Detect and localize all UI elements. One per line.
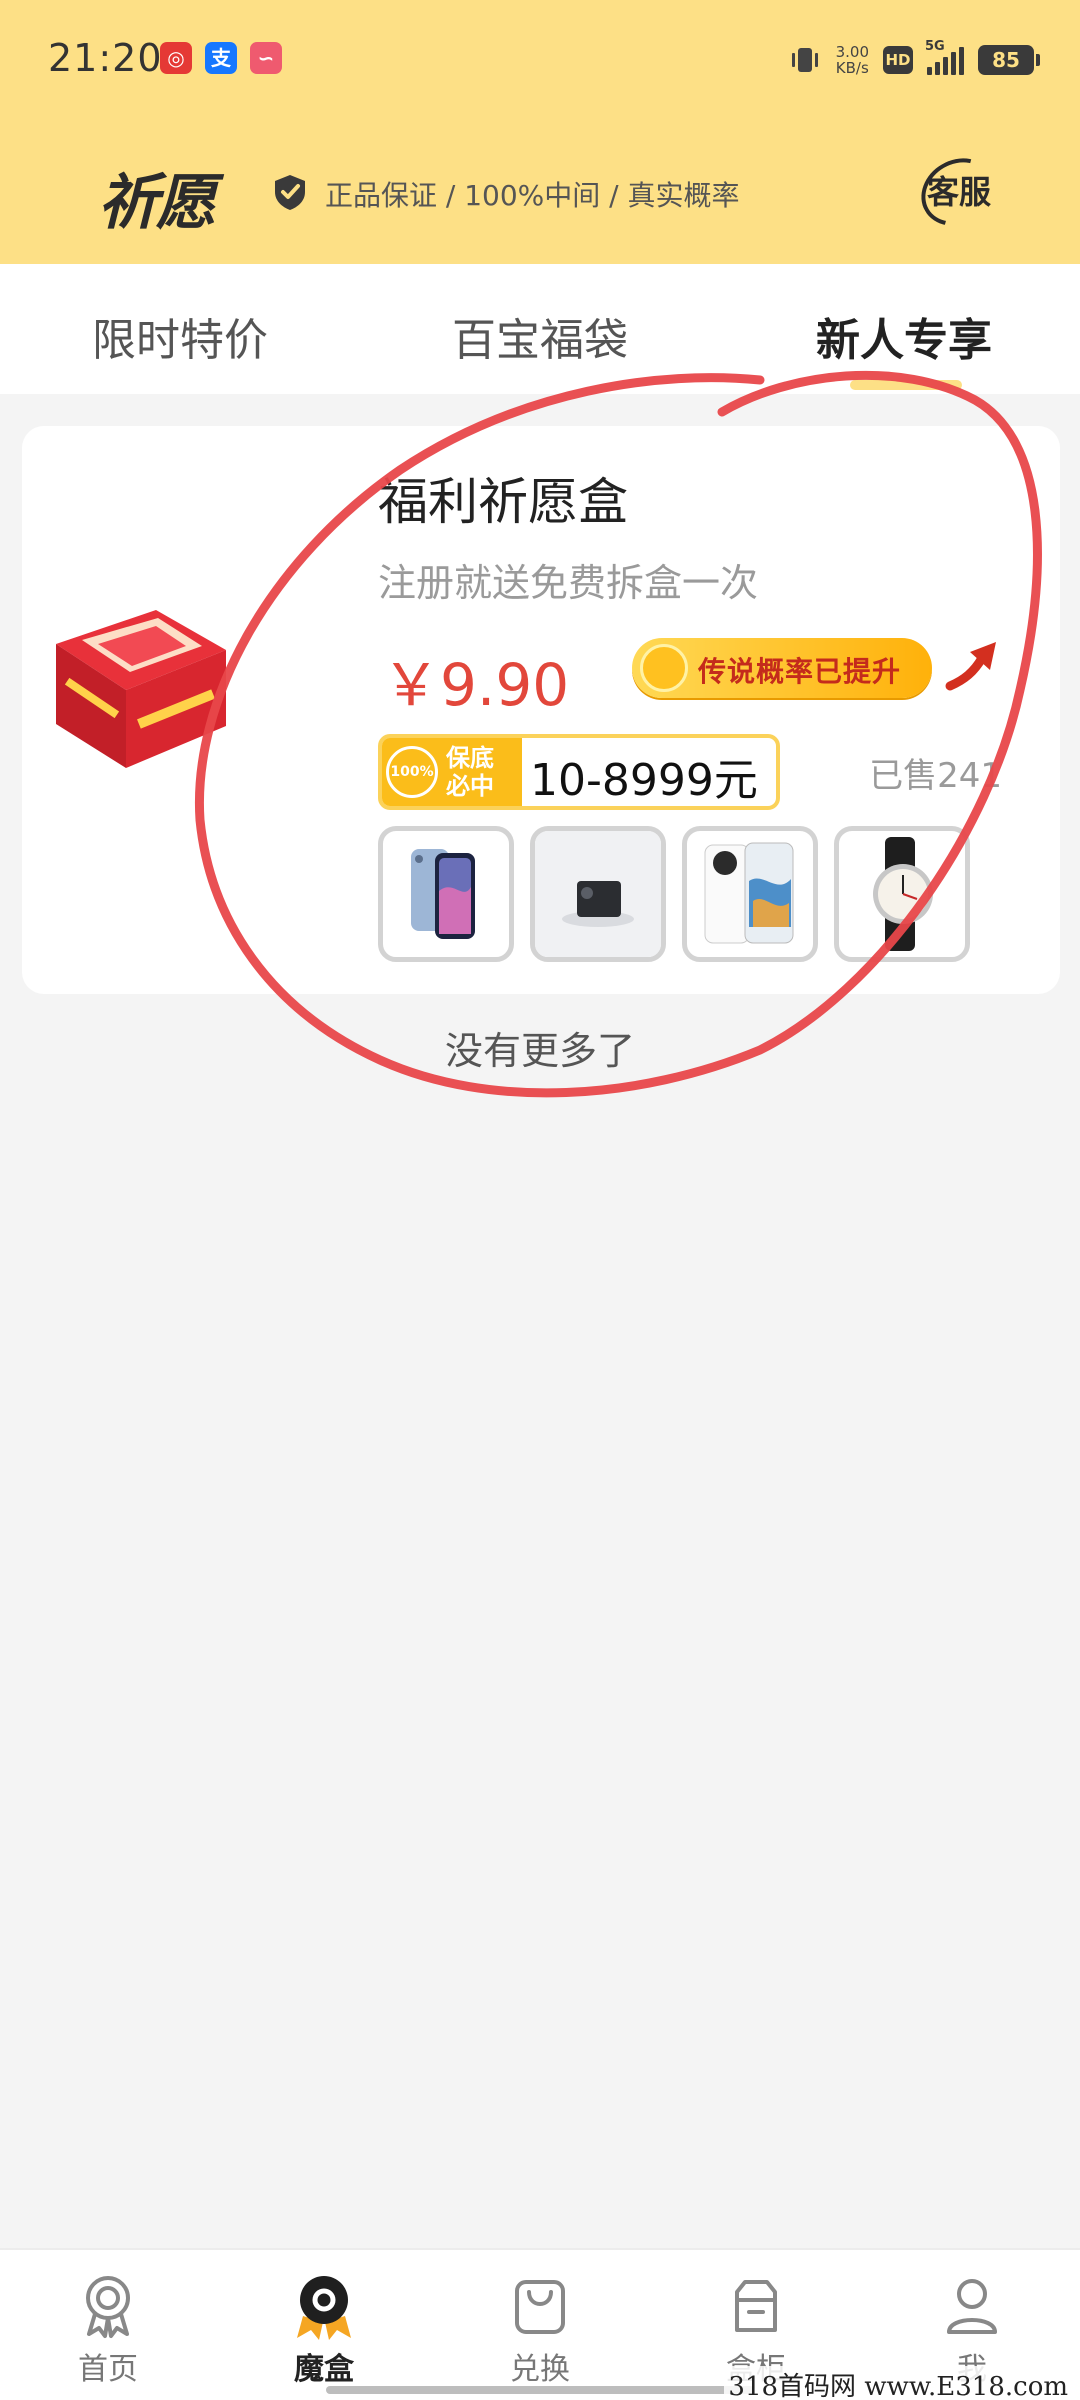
status-bar: 21:20 ◎ 支 ∽ 3.00 KB/s HD 5G 85 [0,0,1080,120]
signal-icon: 5G [925,39,964,75]
tab-lucky-bags[interactable]: 百宝福袋 [360,304,720,368]
promo-badge: 传说概率已提升 [632,638,932,698]
vibrate-icon [791,48,818,72]
shopping-bag-icon [515,2280,565,2334]
status-indicators: 3.00 KB/s HD 5G 85 [788,39,1040,80]
category-tabs: 限时特价 百宝福袋 新人专享 [0,264,1080,394]
netease-music-notification-icon: ◎ [160,42,192,74]
product-card[interactable]: 福利祈愿盒 注册就送免费拆盒一次 ￥9.90 传说概率已提升 100% 保底 必… [22,426,1060,994]
sold-count: 已售241 [869,756,1002,796]
customer-service-button[interactable]: 客服 [924,162,994,222]
alipay-notification-icon: 支 [205,42,237,74]
shield-check-icon [275,175,305,210]
app-notification-icon: ∽ [250,42,282,74]
title-bar: 祈愿 正品保证 / 100%中间 / 真实概率 客服 [0,150,1080,238]
product-title: 福利祈愿盒 [378,473,628,531]
battery-icon: 85 [978,45,1040,75]
promo-text: 传说概率已提升 [698,655,902,688]
nav-magic-box[interactable]: 魔盒 [254,2270,394,2388]
product-subtitle: 注册就送免费拆盒一次 [378,561,759,605]
trend-up-arrow-icon [945,642,996,691]
app-screen: 21:20 ◎ 支 ∽ 3.00 KB/s HD 5G 85 祈愿 正品保证 /… [0,0,1080,2400]
watch-thumbnail[interactable] [834,826,970,962]
user-icon [947,2279,997,2334]
nav-home-label: 首页 [78,2352,138,2387]
brand-logo: 祈愿 [98,168,216,238]
watermark: 318首码网 www.E318.com [724,2366,1072,2400]
product-price: ￥9.90 [382,651,570,719]
prize-range: 10-8999元 [530,755,758,806]
smartphone-thumbnail[interactable] [682,826,818,962]
nav-home[interactable]: 首页 [38,2270,178,2388]
mystery-box-image [56,610,226,768]
tab-limited-time-deals[interactable]: 限时特价 [0,304,360,368]
tab-new-user-exclusive[interactable]: 新人专享 [724,304,1080,368]
network-speed: 3.00 KB/s [835,43,869,77]
nav-exchange[interactable]: 兑换 [470,2270,610,2388]
phone-thumbnail[interactable] [378,826,514,962]
clock: 21:20 [48,36,163,80]
nav-exchange-label: 兑换 [510,2352,570,2387]
guarantee-percent: 100% [386,746,438,798]
guarantee-text: 正品保证 / 100%中间 / 真实概率 [325,179,740,212]
home-indicator[interactable] [326,2386,754,2394]
coin-icon [640,644,688,692]
magic-box-icon [297,2276,351,2340]
hd-icon: HD [883,46,913,74]
projector-thumbnail[interactable] [530,826,666,962]
prize-thumbnails [378,826,970,962]
award-icon [86,2276,130,2338]
nav-magic-box-label: 魔盒 [294,2352,354,2387]
active-tab-indicator [850,380,962,390]
guarantee-label: 保底 必中 [446,744,494,800]
header: 21:20 ◎ 支 ∽ 3.00 KB/s HD 5G 85 祈愿 正品保证 /… [0,0,1080,264]
cabinet-icon [735,2280,777,2332]
end-of-list-text: 没有更多了 [444,1029,635,1073]
guarantee-badge: 100% 保底 必中 10-8999元 [378,734,780,810]
